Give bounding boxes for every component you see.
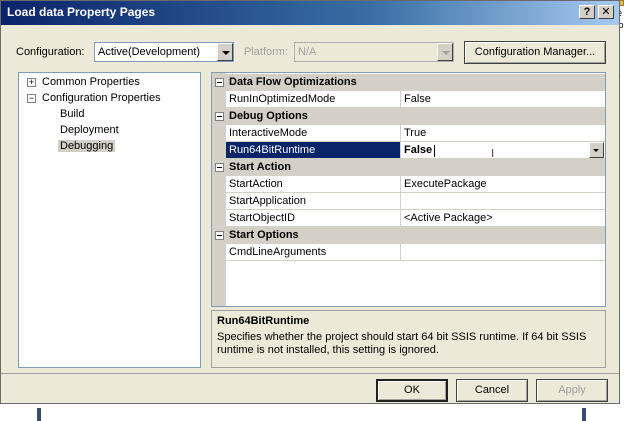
- property-row[interactable]: StartApplication: [212, 193, 605, 210]
- category-debug-options[interactable]: Debug Options: [212, 108, 605, 125]
- property-row[interactable]: CmdLineArguments: [212, 244, 605, 261]
- platform-dropdown: N/A: [294, 42, 454, 62]
- property-grid: Data Flow Optimizations RunInOptimizedMo…: [211, 72, 606, 307]
- property-value[interactable]: [402, 193, 605, 209]
- category-label: Start Action: [229, 161, 291, 173]
- property-name: RunInOptimizedMode: [226, 91, 401, 107]
- property-value[interactable]: <Active Package>: [402, 210, 605, 226]
- platform-value: N/A: [298, 46, 317, 58]
- property-name: Run64BitRuntime: [226, 142, 401, 158]
- property-value[interactable]: [402, 244, 605, 260]
- background-window-bottom: [0, 404, 624, 421]
- property-row-selected[interactable]: Run64BitRuntime False: [212, 142, 605, 159]
- property-row[interactable]: StartObjectID <Active Package>: [212, 210, 605, 227]
- tree-item-label: Configuration Properties: [42, 92, 161, 104]
- text-caret: [434, 145, 435, 157]
- close-button[interactable]: ✕: [598, 5, 614, 19]
- description-pane: Run64BitRuntime Specifies whether the pr…: [211, 310, 606, 368]
- property-name: CmdLineArguments: [226, 244, 401, 260]
- platform-label: Platform:: [244, 46, 289, 58]
- property-row[interactable]: InteractiveMode True: [212, 125, 605, 142]
- property-value[interactable]: False: [402, 91, 605, 107]
- collapse-icon[interactable]: [215, 112, 224, 121]
- tree-item-label: Common Properties: [42, 76, 140, 88]
- divider: [1, 373, 619, 374]
- property-row[interactable]: StartAction ExecutePackage: [212, 176, 605, 193]
- collapse-icon[interactable]: −: [27, 94, 36, 103]
- configuration-label: Configuration:: [16, 46, 85, 58]
- property-pages-dialog: Load data Property Pages ? ✕ Configurati…: [0, 0, 620, 404]
- category-label: Start Options: [229, 229, 299, 241]
- tree-item-debugging[interactable]: Debugging: [58, 139, 116, 154]
- collapse-icon[interactable]: [215, 78, 224, 87]
- chevron-down-icon[interactable]: [589, 142, 604, 158]
- background-tick: [582, 408, 586, 421]
- configuration-dropdown[interactable]: Active(Development): [94, 42, 234, 62]
- property-name: StartObjectID: [226, 210, 401, 226]
- collapse-icon[interactable]: [215, 231, 224, 240]
- description-title: Run64BitRuntime: [217, 315, 310, 327]
- category-label: Debug Options: [229, 110, 308, 122]
- property-name: StartApplication: [226, 193, 401, 209]
- cancel-button[interactable]: Cancel: [456, 379, 528, 402]
- tree-item-label: Deployment: [60, 124, 119, 136]
- category-start-action[interactable]: Start Action: [212, 159, 605, 176]
- help-button[interactable]: ?: [579, 5, 595, 19]
- configuration-tree: + Common Properties − Configuration Prop…: [18, 72, 201, 368]
- property-row[interactable]: RunInOptimizedMode False: [212, 91, 605, 108]
- collapse-icon[interactable]: [215, 163, 224, 172]
- category-start-options[interactable]: Start Options: [212, 227, 605, 244]
- background-tick: [37, 408, 41, 421]
- property-name: InteractiveMode: [226, 125, 401, 141]
- tree-item-label: Debugging: [58, 140, 116, 152]
- tree-item-build[interactable]: Build: [60, 107, 84, 122]
- configuration-value: Active(Development): [98, 46, 201, 58]
- title-bar[interactable]: Load data Property Pages ? ✕: [1, 1, 619, 25]
- apply-button: Apply: [536, 379, 608, 402]
- tree-item-label: Build: [60, 108, 85, 120]
- configuration-manager-button[interactable]: Configuration Manager...: [464, 41, 606, 64]
- chevron-down-icon[interactable]: [217, 43, 233, 61]
- category-data-flow-optimizations[interactable]: Data Flow Optimizations: [212, 74, 605, 91]
- chevron-down-icon: [437, 43, 453, 61]
- ibeam-cursor-icon: I: [491, 147, 495, 160]
- window-title: Load data Property Pages: [7, 5, 156, 19]
- category-label: Data Flow Optimizations: [229, 76, 357, 88]
- property-value[interactable]: False: [404, 144, 432, 156]
- ok-button[interactable]: OK: [376, 379, 448, 402]
- expand-icon[interactable]: +: [27, 78, 36, 87]
- property-value-editor[interactable]: False: [402, 142, 605, 158]
- property-name: StartAction: [226, 176, 401, 192]
- tree-item-deployment[interactable]: Deployment: [60, 123, 119, 138]
- property-value[interactable]: True: [402, 125, 605, 141]
- description-text: Specifies whether the project should sta…: [217, 331, 587, 356]
- property-value[interactable]: ExecutePackage: [402, 176, 605, 192]
